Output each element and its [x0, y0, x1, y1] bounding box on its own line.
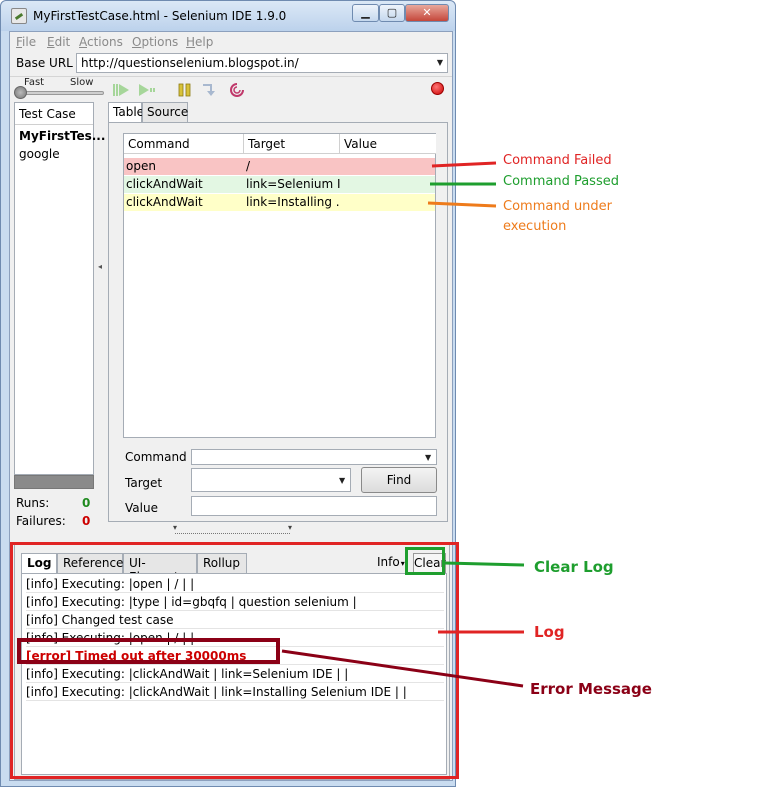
annotation-command-passed: Command Passed — [503, 174, 619, 189]
error-pointer-line — [281, 649, 524, 688]
annotation-error-message: Error Message — [530, 680, 652, 698]
annotation-clear-log: Clear Log — [534, 558, 614, 576]
clear-pointer-line — [444, 561, 525, 567]
annotation-arrows — [281, 161, 525, 688]
failed-pointer-line — [431, 161, 497, 168]
running-pointer-line — [427, 201, 497, 208]
annotation-command-running: Command under execution — [503, 199, 613, 234]
annotation-command-failed: Command Failed — [503, 153, 612, 168]
annotation-log: Log — [534, 623, 565, 641]
